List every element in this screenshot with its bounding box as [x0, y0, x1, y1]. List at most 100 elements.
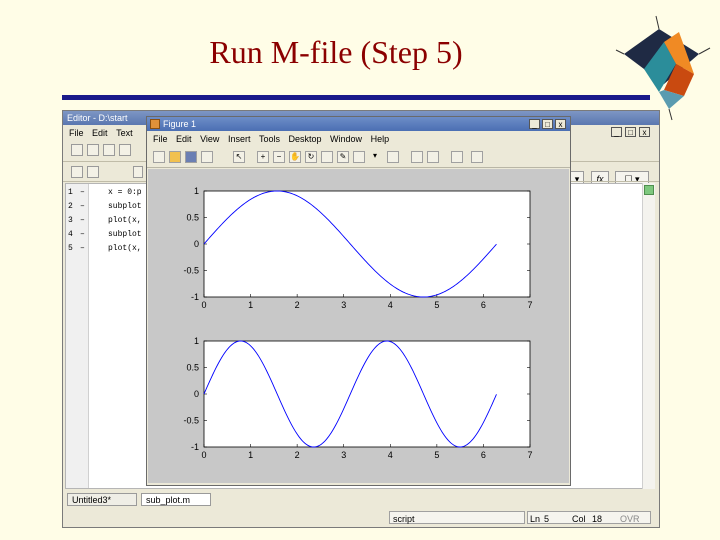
code-text: subplot: [108, 202, 142, 211]
status-ovr: OVR: [620, 514, 640, 524]
y-tick-label: 0: [194, 389, 199, 399]
x-tick-label: 0: [201, 450, 206, 460]
subplot-area[interactable]: 0 1 2 3 4 5 6 710.50-0.5-10 1 2 3 4 5 6 710.50-0.5-1: [148, 169, 569, 483]
y-tick-label: 0: [194, 239, 199, 249]
line-number: 5: [68, 244, 73, 253]
dock-icon[interactable]: [471, 151, 483, 163]
y-tick-label: 0.5: [186, 213, 199, 223]
editor-tabs: Untitled3* sub_plot.m: [65, 493, 645, 507]
y-tick-label: -1: [191, 292, 199, 302]
title-rule: [62, 95, 650, 100]
x-tick-label: 2: [295, 300, 300, 310]
figure-maximize-button[interactable]: □: [542, 119, 553, 129]
rotate-icon[interactable]: ↻: [305, 151, 317, 163]
pan-icon[interactable]: ✋: [289, 151, 301, 163]
brush-icon[interactable]: ✎: [337, 151, 349, 163]
x-tick-label: 7: [527, 300, 532, 310]
x-tick-label: 4: [388, 300, 393, 310]
figure-menu-window[interactable]: Window: [330, 132, 362, 146]
y-tick-label: -0.5: [183, 266, 199, 276]
code-text: plot(x,: [108, 244, 142, 253]
x-tick-label: 3: [341, 450, 346, 460]
figure-icon: [150, 119, 160, 129]
figure-menu-file[interactable]: File: [153, 132, 168, 146]
figure-canvas[interactable]: 0 1 2 3 4 5 6 7 1 0.5 0 -0.5 -1 0 1 2 3 4 5 6 7 1 0.5 0 -0.5 -1: [148, 169, 569, 483]
hide-plot-tools-icon[interactable]: [427, 151, 439, 163]
breakpoint-dash[interactable]: –: [80, 242, 85, 256]
figure-menu-desktop[interactable]: Desktop: [289, 132, 322, 146]
save-icon[interactable]: [185, 151, 197, 163]
axes-box[interactable]: [203, 340, 531, 448]
print-icon[interactable]: [201, 151, 213, 163]
breakpoint-dash[interactable]: –: [80, 200, 85, 214]
matlab-logo-icon: [615, 15, 711, 121]
status-col-value: 18: [592, 514, 603, 524]
status-col-label: Col: [572, 514, 586, 524]
open-file-icon[interactable]: [87, 144, 99, 156]
link-icon[interactable]: [353, 151, 365, 163]
code-analyzer-status-icon[interactable]: [644, 185, 654, 195]
status-mode: script: [389, 511, 525, 524]
editor-menu-file[interactable]: File: [69, 126, 84, 140]
show-plot-tools-icon[interactable]: [451, 151, 463, 163]
open-icon[interactable]: [169, 151, 181, 163]
figure-minimize-button[interactable]: _: [529, 119, 540, 129]
figure-menu-tools[interactable]: Tools: [259, 132, 280, 146]
y-tick-label: -1: [191, 442, 199, 452]
y-tick-label: 0.5: [186, 363, 199, 373]
editor-scrollbar[interactable]: [642, 183, 655, 489]
zoom-out-icon[interactable]: −: [273, 151, 285, 163]
figure-window: Figure 1 _ □ x File Edit View Insert Too…: [146, 116, 571, 486]
tab-sub-plot[interactable]: sub_plot.m: [141, 493, 211, 506]
breakpoint-dash[interactable]: –: [80, 228, 85, 242]
code-text: x = 0:p: [108, 188, 142, 197]
insert-colorbar-icon[interactable]: [387, 151, 399, 163]
figure-toolbar: ↖ + − ✋ ↻ ✎ ▾: [147, 147, 570, 168]
line-number: 1: [68, 188, 73, 197]
tab-untitled3[interactable]: Untitled3*: [67, 493, 137, 506]
save-icon[interactable]: [103, 144, 115, 156]
cell-value-field[interactable]: [133, 166, 143, 178]
slide-title: Run M-file (Step 5): [209, 34, 463, 70]
zoom-in-icon[interactable]: +: [257, 151, 269, 163]
new-file-icon[interactable]: [71, 144, 83, 156]
x-tick-label: 2: [295, 450, 300, 460]
y-tick-label: 1: [194, 186, 199, 196]
breakpoint-dash[interactable]: –: [80, 214, 85, 228]
x-tick-label: 6: [481, 300, 486, 310]
figure-menu-insert[interactable]: Insert: [228, 132, 251, 146]
axes-box[interactable]: [203, 190, 531, 298]
figure-menu-help[interactable]: Help: [371, 132, 390, 146]
line-number: 3: [68, 216, 73, 225]
dropdown-arrow-icon[interactable]: ▾: [369, 151, 381, 163]
cell-next-icon[interactable]: [87, 166, 99, 178]
x-tick-label: 5: [434, 300, 439, 310]
figure-titlebar: Figure 1: [147, 117, 570, 131]
x-tick-label: 3: [341, 300, 346, 310]
x-tick-label: 4: [388, 450, 393, 460]
code-text: plot(x,: [108, 216, 142, 225]
figure-title: Figure 1: [163, 119, 197, 129]
figure-menu-edit[interactable]: Edit: [176, 132, 192, 146]
editor-statusbar: script Ln 5 Col 18 OVR: [63, 511, 659, 525]
x-tick-label: 1: [248, 300, 253, 310]
figure-close-button[interactable]: x: [555, 119, 566, 129]
data-cursor-icon[interactable]: [321, 151, 333, 163]
figure-menubar: File Edit View Insert Tools Desktop Wind…: [147, 132, 570, 146]
insert-legend-icon[interactable]: [411, 151, 423, 163]
print-icon[interactable]: [119, 144, 131, 156]
status-ln-label: Ln: [530, 514, 541, 524]
arrow-select-icon[interactable]: ↖: [233, 151, 245, 163]
x-tick-label: 6: [481, 450, 486, 460]
x-tick-label: 0: [201, 300, 206, 310]
breakpoint-dash[interactable]: –: [80, 186, 85, 200]
x-tick-label: 1: [248, 450, 253, 460]
cell-eval-icon[interactable]: [71, 166, 83, 178]
editor-menu-edit[interactable]: Edit: [92, 126, 108, 140]
new-figure-icon[interactable]: [153, 151, 165, 163]
editor-menu-text[interactable]: Text: [116, 126, 133, 140]
figure-menu-view[interactable]: View: [200, 132, 219, 146]
status-ln-value: 5: [544, 514, 550, 524]
line-number: 2: [68, 202, 73, 211]
y-tick-label: -0.5: [183, 416, 199, 426]
